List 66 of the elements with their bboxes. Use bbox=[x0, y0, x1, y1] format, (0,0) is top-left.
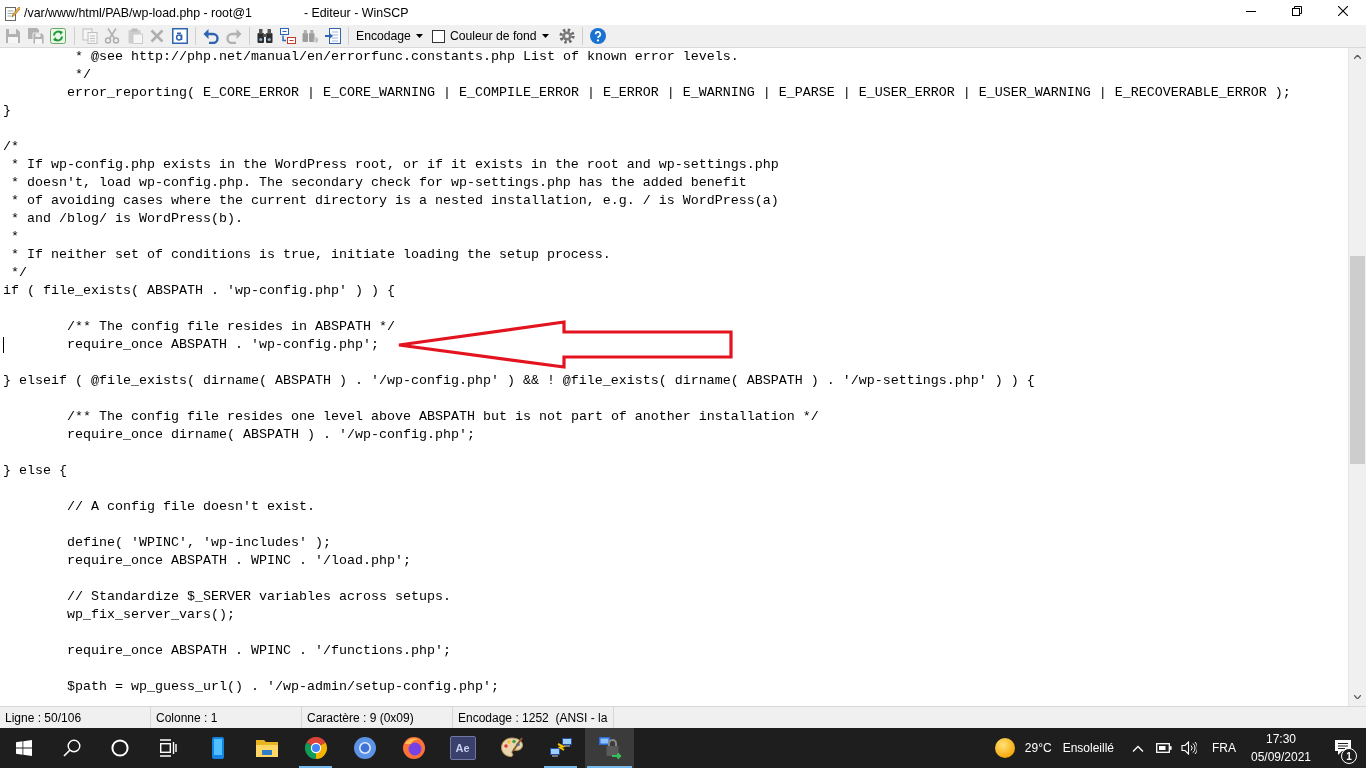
code-line: require_once dirname( ABSPATH ) . '/wp-config.php'; bbox=[67, 427, 475, 442]
caret-icon bbox=[541, 34, 549, 38]
code-line: // Standardize $_SERVER variables across setups. bbox=[67, 589, 451, 604]
battery-icon[interactable] bbox=[1156, 743, 1172, 753]
code-line: * @see http://php.net/manual/en/errorfunc.constants.php List of known error levels. bbox=[75, 49, 739, 64]
scroll-up-icon[interactable] bbox=[1354, 55, 1361, 59]
code-line: */ bbox=[75, 67, 91, 82]
code-line: if ( file_exists( ABSPATH . 'wp-config.php' ) ) { bbox=[3, 283, 395, 298]
tricolor-ball-icon bbox=[303, 736, 328, 760]
code-line: $path = wp_guess_url() . '/wp-admin/setup-config.php'; bbox=[67, 679, 499, 694]
scrollbar-thumb[interactable] bbox=[1350, 256, 1365, 464]
taskbar-button[interactable]: Ae bbox=[438, 728, 487, 768]
notifications-button[interactable]: 1 bbox=[1320, 728, 1366, 768]
code-line: require_once ABSPATH . WPINC . '/functions.php'; bbox=[67, 643, 451, 658]
code-line: * of avoiding cases where the current directory is a nested installation, e.g. / is WordPress(a) bbox=[11, 193, 779, 208]
notepad-pencil-icon bbox=[4, 4, 20, 21]
encoding-dropdown[interactable]: Encodage bbox=[353, 25, 426, 47]
background-color-dropdown[interactable]: Couleur de fond bbox=[444, 25, 552, 47]
window-title: - Editeur - WinSCP bbox=[303, 5, 409, 20]
flame-globe-icon bbox=[401, 736, 426, 760]
code-line: wp_fix_server_vars(); bbox=[67, 607, 235, 622]
code-line: * and /blog/ is WordPress(b). bbox=[11, 211, 243, 226]
notification-badge: 1 bbox=[1341, 748, 1357, 764]
language-indicator[interactable]: FRA bbox=[1212, 741, 1236, 755]
code-line: } bbox=[3, 103, 11, 118]
code-line: require_once ABSPATH . WPINC . '/load.php'; bbox=[67, 553, 411, 568]
caret-icon bbox=[415, 34, 423, 38]
four-panes-icon bbox=[16, 740, 32, 756]
clock-time[interactable]: 17:30 bbox=[1266, 732, 1296, 746]
code-line: * If wp-config.php exists in the WordPress root, or if it exists in the root and wp-settings.php bbox=[11, 157, 779, 172]
scroll-down-icon[interactable] bbox=[1354, 695, 1361, 699]
code-line: } elseif ( @file_exists( dirname( ABSPATH ) . '/wp-config.php' ) && ! @file_exists( dirname( ABSPATH ) . '/wp-settings.php' ) ) { bbox=[3, 373, 1035, 388]
close-icon bbox=[1338, 6, 1348, 16]
stacked-windows-icon bbox=[159, 739, 177, 757]
code-editor[interactable] bbox=[0, 47, 1366, 706]
clock-date[interactable]: 05/09/2021 bbox=[1250, 750, 1312, 764]
code-line: */ bbox=[11, 265, 27, 280]
checkbox[interactable] bbox=[431, 29, 445, 43]
code-line: error_reporting( E_CORE_ERROR | E_CORE_WARNING | E_COMPILE_ERROR | E_ERROR | E_WARNING | E_PARSE | E_USER_ERROR | E_USER_WARNING | E_RECOVERABLE_ERROR ); bbox=[67, 85, 1291, 100]
code-line: } else { bbox=[3, 463, 67, 478]
palette-icon bbox=[499, 736, 524, 760]
window-title: /var/www/html/PAB/wp-load.php - root@1 bbox=[24, 5, 252, 20]
computers-icon bbox=[548, 736, 573, 760]
sun-icon[interactable] bbox=[994, 738, 1015, 758]
temperature-text[interactable]: 29°C bbox=[1024, 741, 1052, 755]
code-line: /** The config file resides in ABSPATH */ bbox=[67, 319, 395, 334]
ring-ball-icon bbox=[352, 736, 377, 760]
code-line: * bbox=[11, 229, 19, 244]
taskbar-button[interactable] bbox=[585, 728, 634, 768]
vertical-scrollbar[interactable] bbox=[1348, 48, 1366, 706]
app-tile: Ae bbox=[449, 736, 476, 760]
minimize-icon bbox=[1246, 10, 1256, 12]
weather-condition-text[interactable]: Ensoleillé bbox=[1062, 741, 1114, 755]
code-line: require_once ABSPATH . 'wp-config.php'; bbox=[67, 337, 379, 352]
code-line: /** The config file resides one level above ABSPATH but is not part of another installation */ bbox=[67, 409, 819, 424]
code-line: * If neither set of conditions is true, initiate loading the setup process. bbox=[11, 247, 611, 262]
chevron-up-icon[interactable] bbox=[1132, 744, 1144, 752]
code-line: * doesn't, load wp-config.php. The secondary check for wp-settings.php has the added benefit bbox=[11, 175, 747, 190]
restore-icon bbox=[1292, 6, 1302, 16]
ring-icon bbox=[111, 739, 129, 757]
lock-screens-icon bbox=[597, 736, 622, 760]
code-line: // A config file doesn't exist. bbox=[67, 499, 315, 514]
code-line: define( 'WPINC', 'wp-includes' ); bbox=[67, 535, 331, 550]
code-line: /* bbox=[3, 139, 19, 154]
speaker-icon[interactable] bbox=[1181, 741, 1197, 755]
search-icon bbox=[63, 739, 81, 757]
